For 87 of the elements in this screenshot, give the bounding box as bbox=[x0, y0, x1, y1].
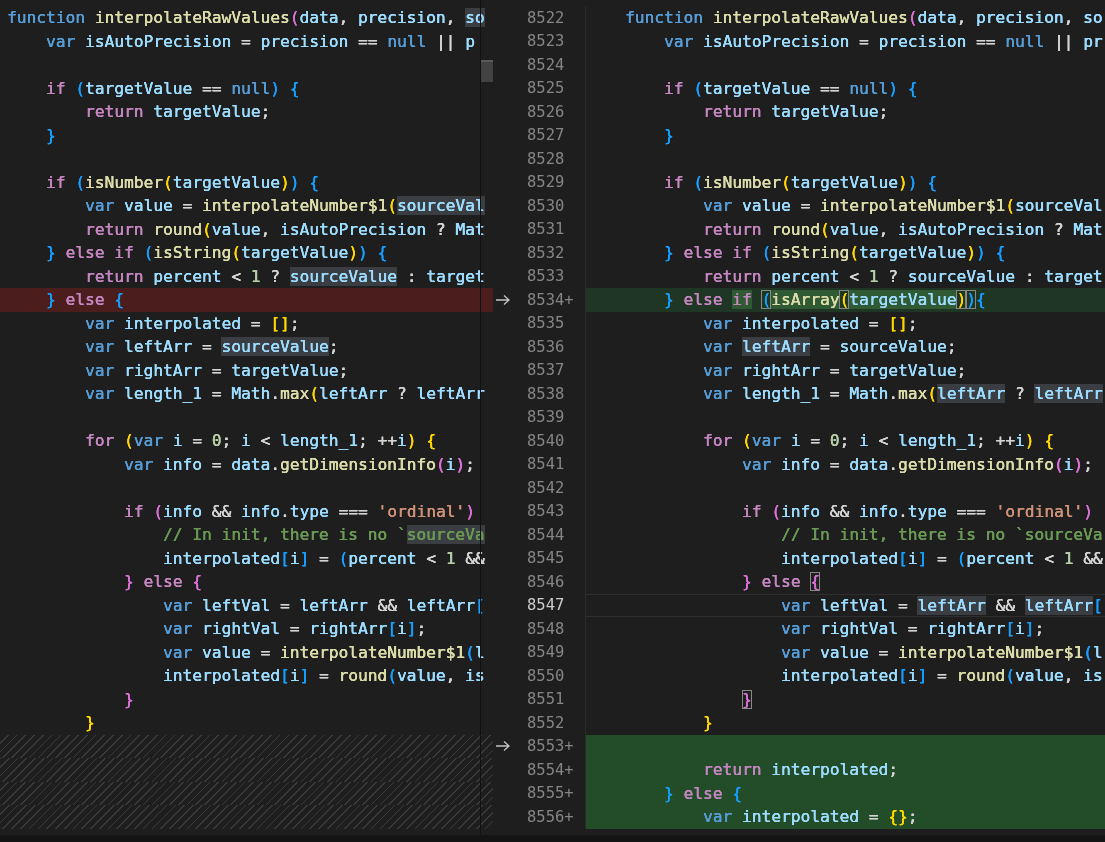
line-number: 8528 bbox=[527, 149, 565, 168]
code-line: var rightArr = targetValue; bbox=[83, 359, 350, 382]
code-line: var value = interpolateNumber$1(sourceVal bbox=[701, 195, 1104, 217]
line-number: 8534+ bbox=[527, 290, 574, 309]
code-line: var info = data.getDimensionInfo(i); bbox=[740, 453, 1094, 476]
line-number: 8542 bbox=[527, 478, 565, 497]
code-line: if (isNumber(targetValue)) { bbox=[663, 171, 938, 194]
line-number: 8533 bbox=[527, 267, 565, 286]
code-line: var leftVal = leftArr && leftArr[ bbox=[586, 593, 1105, 617]
code-line: var value = interpolateNumber$1(sourceVal bbox=[83, 195, 486, 217]
code-line: } bbox=[122, 688, 135, 711]
line-number: 8527 bbox=[527, 126, 565, 145]
code-line: if (targetValue == null) { bbox=[663, 77, 919, 100]
line-number: 8539 bbox=[527, 408, 565, 427]
code-line: var rightArr = targetValue; bbox=[701, 359, 968, 382]
line-number: 8537 bbox=[527, 361, 565, 380]
line-number: 8523 bbox=[527, 32, 565, 51]
line-number: 8548 bbox=[527, 619, 565, 638]
line-number: 8553+ bbox=[527, 737, 574, 756]
arrow-icon[interactable] bbox=[495, 293, 511, 306]
line-number: 8546 bbox=[527, 572, 565, 591]
line-number: 8556+ bbox=[527, 807, 574, 826]
line-number: 8550 bbox=[527, 666, 565, 685]
line-number: 8524 bbox=[527, 55, 565, 74]
code-line: var length_1 = Math.max(leftArr ? leftArr bbox=[701, 383, 1104, 405]
line-number: 8555+ bbox=[527, 784, 574, 803]
code-line: // In init, there is no `sourceVa bbox=[161, 524, 486, 546]
line-number: 8543 bbox=[527, 502, 565, 521]
code-line: for (var i = 0; i < length_1; ++i) { bbox=[83, 430, 437, 452]
line-number: 8541 bbox=[527, 455, 565, 474]
code-line: if (isNumber(targetValue)) { bbox=[45, 171, 320, 194]
code-line: } bbox=[701, 712, 714, 734]
code-line: var rightVal = rightArr[i]; bbox=[779, 618, 1046, 640]
code-line: var length_1 = Math.max(leftArr ? leftArr bbox=[83, 383, 486, 405]
code-line: return percent < 1 ? sourceValue : target bbox=[701, 265, 1104, 288]
line-number: 8525 bbox=[527, 79, 565, 98]
code-line: var value = interpolateNumber$1(l bbox=[779, 641, 1104, 664]
line-number: 8526 bbox=[527, 102, 565, 121]
code-line: var isAutoPrecision = precision == null || pr bbox=[663, 30, 1104, 53]
code-line: var leftArr = sourceValue; bbox=[701, 336, 958, 358]
line-number: 8549 bbox=[527, 643, 565, 662]
code-line: } bbox=[45, 124, 57, 147]
code-line: } bbox=[83, 712, 96, 734]
code-line: for (var i = 0; i < length_1; ++i) { bbox=[701, 430, 1055, 452]
code-line: var interpolated = []; bbox=[701, 312, 919, 335]
line-number: 8531 bbox=[527, 220, 565, 239]
code-line: var info = data.getDimensionInfo(i); bbox=[122, 453, 476, 476]
code-line: } else if (isString(targetValue)) { bbox=[663, 242, 1007, 264]
line-number: 8536 bbox=[527, 337, 565, 356]
line-number: 8529 bbox=[527, 173, 565, 192]
line-number: 8532 bbox=[527, 243, 565, 262]
line-number: 8530 bbox=[527, 196, 565, 215]
arrow-icon[interactable] bbox=[495, 740, 511, 753]
code-line: } else { bbox=[740, 571, 821, 593]
line-number: 8551 bbox=[527, 690, 565, 709]
line-number: 8540 bbox=[527, 431, 565, 450]
code-line: } else if (isString(targetValue)) { bbox=[45, 242, 389, 264]
code-line: function interpolateRawValues(data, precision, so bbox=[624, 7, 1104, 29]
code-line: if (info && info.type === 'ordinal') bbox=[740, 500, 1094, 523]
line-number: 8547 bbox=[527, 596, 565, 615]
code-line: var rightVal = rightArr[i]; bbox=[161, 618, 428, 640]
code-line: return targetValue; bbox=[83, 101, 272, 123]
code-line: if (targetValue == null) { bbox=[45, 77, 301, 100]
line-number: 8522 bbox=[527, 8, 565, 27]
code-line: return round(value, isAutoPrecision ? Mat bbox=[701, 218, 1104, 241]
code-line: var isAutoPrecision = precision == null || p bbox=[45, 30, 476, 53]
line-number: 8545 bbox=[527, 549, 565, 568]
line-number: 8544 bbox=[527, 525, 565, 544]
code-line: } else { bbox=[122, 571, 203, 593]
code-line: var leftArr = sourceValue; bbox=[83, 336, 340, 358]
code-line: } bbox=[663, 124, 675, 147]
scrollbar-thumb[interactable] bbox=[481, 60, 493, 82]
code-line: interpolated[i] = (percent < 1 && bbox=[779, 547, 1104, 570]
code-line: } bbox=[740, 688, 753, 711]
line-number: 8535 bbox=[527, 314, 565, 333]
code-line: function interpolateRawValues(data, precision, so bbox=[6, 7, 486, 29]
code-line: interpolated[i] = (percent < 1 && bbox=[161, 547, 486, 570]
line-number: 8538 bbox=[527, 384, 565, 403]
line-number: 8552 bbox=[527, 713, 565, 732]
code-line: if (info && info.type === 'ordinal') bbox=[122, 500, 476, 523]
code-line: return round(value, isAutoPrecision ? Mat bbox=[83, 218, 486, 241]
code-line: interpolated[i] = round(value, is bbox=[779, 665, 1104, 687]
code-line: return percent < 1 ? sourceValue : target bbox=[83, 265, 486, 288]
code-line: return targetValue; bbox=[701, 101, 890, 123]
line-number: 8554+ bbox=[527, 760, 574, 779]
code-line: var interpolated = []; bbox=[83, 312, 301, 335]
code-line: // In init, there is no `sourceVa bbox=[779, 524, 1104, 546]
